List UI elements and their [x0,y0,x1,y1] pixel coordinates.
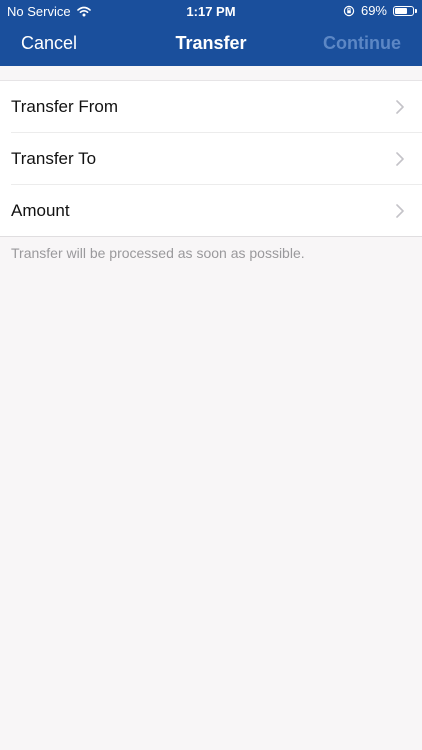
transfer-from-label: Transfer From [11,97,119,116]
battery-percent: 69% [360,3,387,18]
transfer-to-row[interactable]: Transfer To [11,133,422,185]
transfer-form: Transfer From Transfer To Amount [0,80,422,237]
amount-row[interactable]: Amount [11,185,422,236]
battery-fill [395,7,407,14]
nav-bar: Cancel Transfer Continue [0,22,422,66]
chevron-right-icon [396,204,404,218]
chevron-right-icon [396,152,404,166]
transfer-from-row[interactable]: Transfer From [11,81,422,133]
status-bar: No Service 1:17 PM 69% [0,0,422,22]
amount-label: Amount [11,201,70,220]
chevron-right-icon [396,100,404,114]
transfer-to-label: Transfer To [11,149,97,168]
header: No Service 1:17 PM 69% Cancel Transfer C… [0,0,422,66]
status-right: 69% [343,3,417,18]
continue-button[interactable]: Continue [323,33,401,54]
battery-icon [393,5,417,16]
processing-note: Transfer will be processed as soon as po… [11,245,305,261]
orientation-lock-icon [343,5,355,16]
battery-tip [415,8,417,13]
